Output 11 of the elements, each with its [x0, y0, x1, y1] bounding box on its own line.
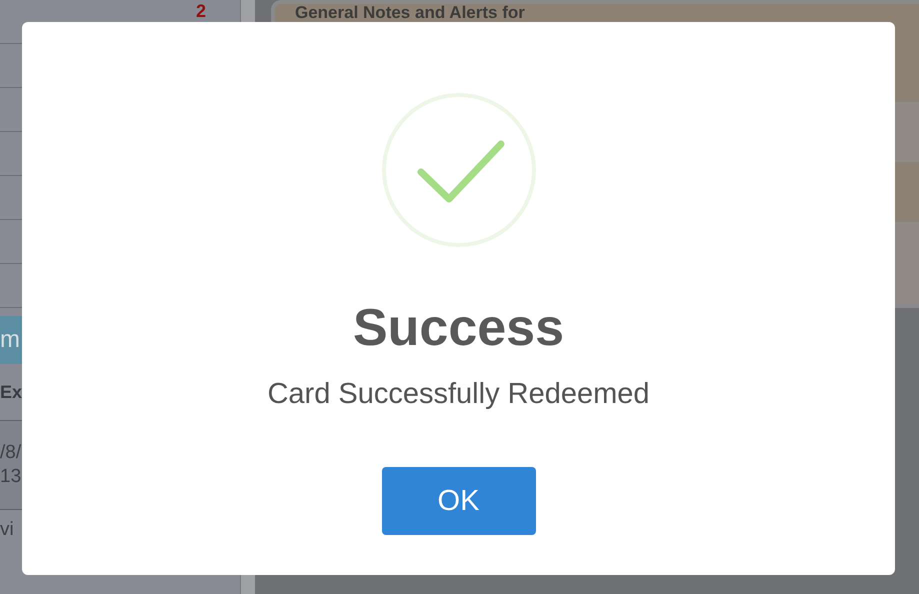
footer-text: vi	[0, 519, 14, 541]
column-header: Ex	[0, 382, 22, 402]
table-cell-text: /8/	[0, 441, 22, 465]
success-check-icon	[380, 92, 536, 248]
table-cell-text: 13	[0, 465, 22, 489]
ok-button[interactable]: OK	[382, 467, 536, 535]
tab-label[interactable]: m	[0, 326, 20, 354]
dialog-message: Card Successfully Redeemed	[267, 377, 650, 412]
dialog-title: Success	[352, 298, 564, 358]
notes-title: General Notes and Alerts for	[294, 4, 526, 24]
counter-text: 2	[196, 1, 206, 22]
